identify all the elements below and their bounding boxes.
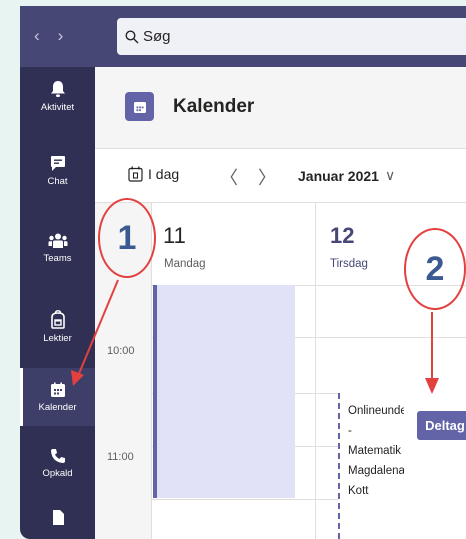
chat-icon [50,156,65,171]
search-icon [125,29,139,43]
rail-item-teams[interactable]: Teams [20,219,95,277]
rail-item-aktivitet[interactable]: Aktivitet [20,67,95,125]
annotation-number: 1 [117,218,137,257]
rail-label: Teams [43,252,72,264]
rail-label: Opkald [42,467,73,479]
chevron-down-icon: ∨ [384,167,396,183]
event-organizer-first: Magdalena [348,465,404,477]
event-block-monday[interactable] [153,285,295,498]
top-bar: ‹ › Søg [20,6,466,67]
rail-item-chat[interactable]: Chat [20,142,95,200]
event-details[interactable]: Onlineundervisning - Matematik Magdalena… [348,401,404,501]
calendar-icon [50,382,65,397]
day-number: 11 [163,223,186,248]
teams-icon [48,233,67,248]
time-label: 10:00 [107,345,135,357]
annotation-circle-2: 2 [404,228,466,310]
annotation-circle-1: 1 [98,198,156,278]
rail-item-kalender[interactable]: Kalender [20,368,95,426]
rail-item-files[interactable] [20,499,95,539]
history-nav: ‹ › [34,26,63,46]
today-label: I dag [148,166,180,182]
event-organizer-last: Kott [348,485,369,497]
rail-label: Kalender [38,401,77,413]
day-name: Mandag [164,258,206,270]
backpack-icon [50,310,65,329]
calendar-header: Kalender [95,67,466,149]
event-title: Onlineundervisning [348,405,404,417]
today-calendar-icon [128,166,143,182]
rail-label: Chat [47,176,68,187]
phone-icon [50,448,65,463]
search-placeholder: Søg [143,28,171,45]
left-rail: Aktivitet Chat Teams Lektier Kalender Op… [20,67,95,539]
day-number: 12 [330,223,355,248]
today-button[interactable]: I dag [128,166,179,182]
day-name: Tirsdag [330,258,368,270]
event-subject: Matematik [348,445,402,457]
back-arrow-icon[interactable]: ‹ [34,26,40,46]
chevron-right-icon[interactable]: 〉 [258,164,276,190]
teams-window: ‹ › Søg Aktivitet Chat Teams Lektier Kal… [20,6,466,539]
month-label: Januar 2021 [298,167,379,184]
month-picker[interactable]: Januar 2021 ∨ [298,167,395,184]
chevron-left-icon[interactable]: 〈 [220,164,238,190]
calendar-app-icon [125,92,154,121]
time-label: 11:00 [107,451,134,463]
rail-item-opkald[interactable]: Opkald [20,434,95,492]
bell-icon [50,80,65,97]
page-title: Kalender [173,96,255,117]
rail-label: Lektier [43,333,72,344]
forward-arrow-icon[interactable]: › [58,26,64,46]
event-separator: - [348,425,352,437]
calendar-toolbar: I dag 〈 〉 Januar 2021 ∨ [95,149,466,203]
day-separator [315,203,316,539]
search-input[interactable]: Søg [117,18,466,55]
rail-item-lektier[interactable]: Lektier [20,298,95,356]
join-button[interactable]: Deltag [417,411,466,440]
rail-label: Aktivitet [40,101,75,113]
annotation-number: 2 [425,249,445,288]
file-icon [52,510,64,525]
